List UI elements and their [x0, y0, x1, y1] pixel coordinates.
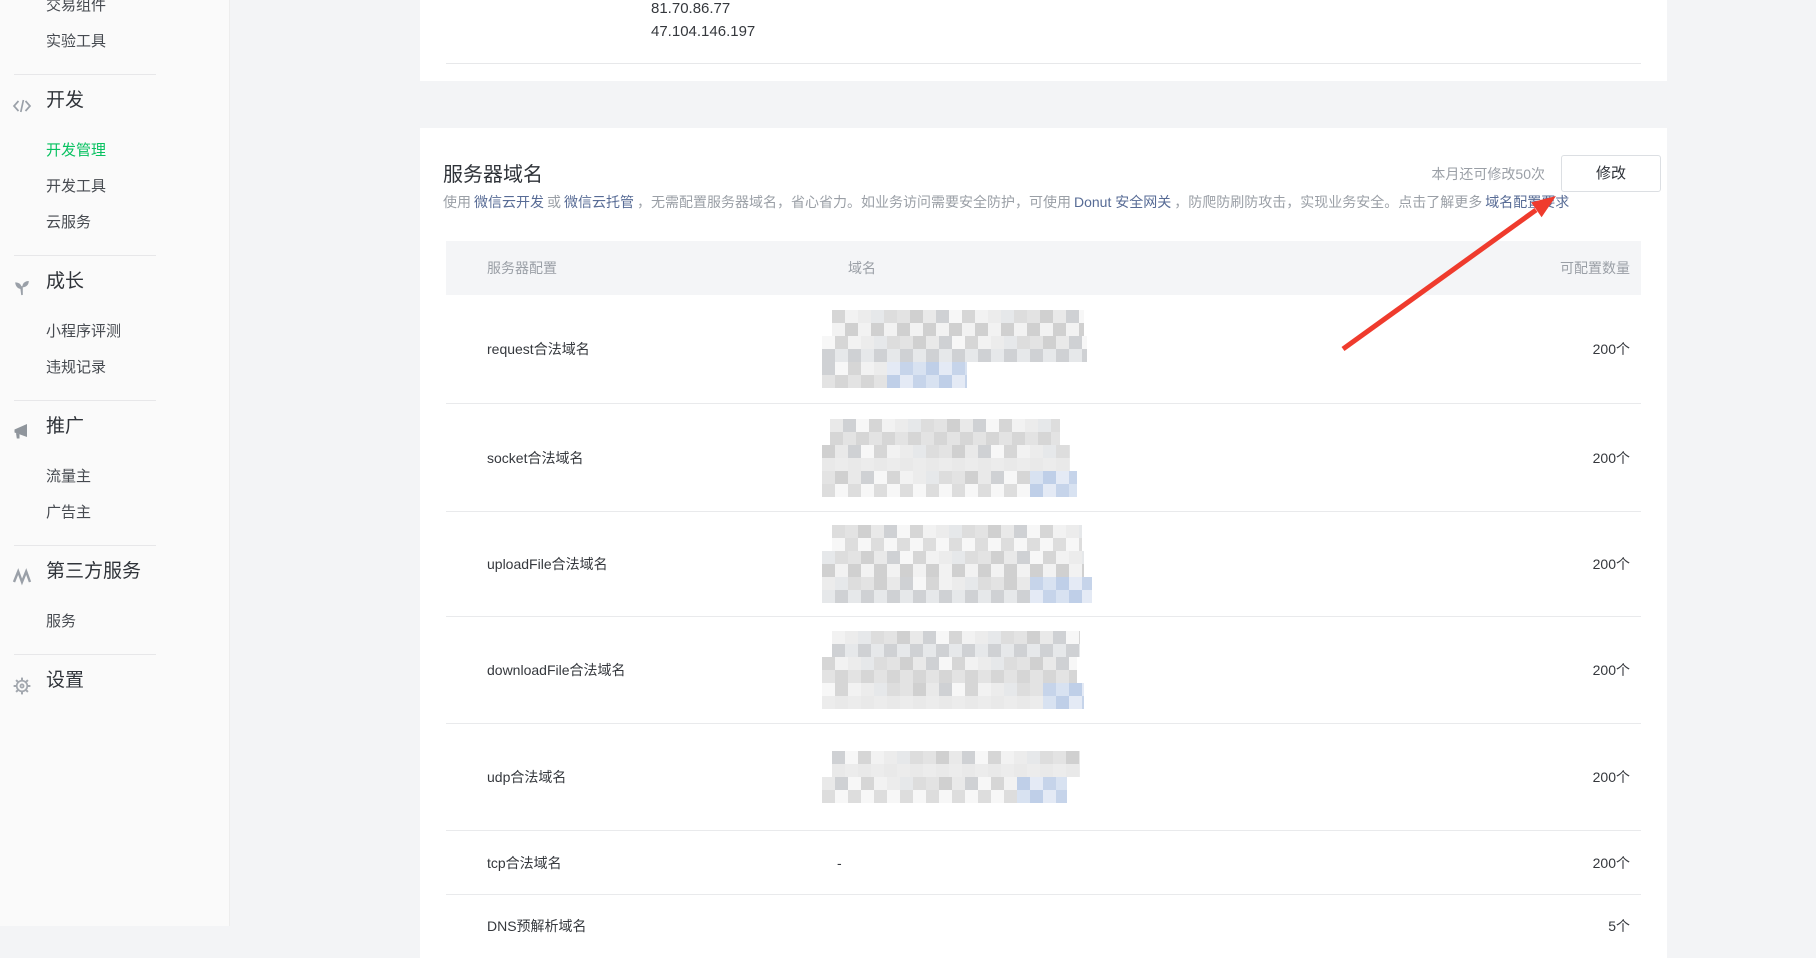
page-title: 服务器域名 — [443, 158, 543, 187]
row-quota-value: 200个 — [1500, 767, 1630, 787]
sidebar: 交易组件实验工具开发开发管理开发工具云服务成长小程序评测违规记录推广流量主广告主… — [0, 0, 230, 926]
sidebar-section-label: 成长 — [46, 271, 84, 292]
row-config-label: socket合法域名 — [487, 448, 822, 468]
sidebar-item-13[interactable]: 流量主 — [0, 459, 229, 495]
sidebar-section-label: 第三方服务 — [46, 561, 141, 582]
row-config-label: udp合法域名 — [487, 767, 822, 787]
table-header: 服务器配置 域名 可配置数量 — [446, 241, 1641, 295]
sidebar-item-10[interactable]: 违规记录 — [0, 350, 229, 386]
sprout-icon — [12, 272, 32, 292]
third-party-icon — [12, 562, 32, 582]
description-text: ，防爬防刷防攻击，实现业务安全。点击了解更多 — [1174, 194, 1482, 210]
code-icon — [12, 91, 32, 111]
header-server-config: 服务器配置 — [487, 258, 822, 278]
sidebar-section-16[interactable]: 第三方服务 — [0, 552, 229, 592]
monthly-modify-quota: 本月还可修改50次 — [1431, 164, 1545, 184]
server-domain-card: 服务器域名 本月还可修改50次 修改 使用微信云开发或微信云托管，无需配置服务器… — [420, 128, 1667, 958]
sidebar-item-9[interactable]: 小程序评测 — [0, 314, 229, 350]
table-row-udp合法域名: udp合法域名 200个 — [446, 724, 1641, 831]
sidebar-item-4[interactable]: 开发管理 — [0, 133, 229, 169]
link-微信云托管[interactable]: 微信云托管 — [564, 194, 634, 210]
row-domain-value — [822, 419, 1500, 497]
row-domain-value — [822, 751, 1500, 803]
table-row-uploadFile合法域名: uploadFile合法域名 200个 — [446, 512, 1641, 617]
sidebar-section-label: 开发 — [46, 90, 84, 111]
table-row-socket合法域名: socket合法域名 200个 — [446, 404, 1641, 512]
header-quota: 可配置数量 — [1500, 258, 1630, 278]
sidebar-item-6[interactable]: 云服务 — [0, 205, 229, 241]
masked-domain-list — [822, 525, 1500, 603]
link-Donut 安全网关[interactable]: Donut 安全网关 — [1074, 194, 1171, 210]
sidebar-divider — [14, 654, 156, 655]
table-row-downloadFile合法域名: downloadFile合法域名 200个 — [446, 617, 1641, 724]
sidebar-divider — [14, 545, 156, 546]
row-quota-value: 200个 — [1500, 853, 1630, 873]
modify-button[interactable]: 修改 — [1561, 155, 1661, 192]
megaphone-icon — [12, 417, 32, 437]
masked-domain-list — [822, 631, 1500, 709]
row-domain-value: - — [822, 855, 1500, 871]
description-text: 使用 — [443, 194, 471, 210]
sidebar-item-5[interactable]: 开发工具 — [0, 169, 229, 205]
sidebar-divider — [14, 255, 156, 256]
row-config-label: request合法域名 — [487, 339, 822, 359]
sidebar-item-14[interactable]: 广告主 — [0, 495, 229, 531]
sidebar-item-0[interactable]: 交易组件 — [0, 0, 229, 24]
row-quota-value: 200个 — [1500, 554, 1630, 574]
row-domain-value — [822, 631, 1500, 709]
divider — [446, 63, 1641, 64]
row-config-label: tcp合法域名 — [487, 853, 822, 873]
sidebar-item-17[interactable]: 服务 — [0, 604, 229, 640]
sidebar-item-1[interactable]: 实验工具 — [0, 24, 229, 60]
gear-icon — [12, 671, 32, 691]
sidebar-section-8[interactable]: 成长 — [0, 262, 229, 302]
description: 使用微信云开发或微信云托管，无需配置服务器域名，省心省力。如业务访问需要安全防护… — [443, 192, 1572, 212]
row-quota-value: 5个 — [1500, 916, 1630, 936]
ip-address: 47.104.146.197 — [651, 23, 755, 41]
sidebar-divider — [14, 74, 156, 75]
masked-domain-list — [822, 310, 1500, 388]
sidebar-section-label: 设置 — [46, 670, 84, 691]
link-域名配置要求[interactable]: 域名配置要求 — [1485, 194, 1569, 210]
ip-address: 81.70.86.77 — [651, 0, 730, 18]
table-row-DNS预解析域名: DNS预解析域名 5个 — [446, 895, 1641, 957]
row-config-label: uploadFile合法域名 — [487, 554, 822, 574]
row-quota-value: 200个 — [1500, 660, 1630, 680]
row-domain-value — [822, 310, 1500, 388]
domain-table: 服务器配置 域名 可配置数量 request合法域名200个socket合法域名… — [446, 241, 1641, 957]
description-text: ，无需配置服务器域名，省心省力。如业务访问需要安全防护，可使用 — [637, 194, 1071, 210]
row-quota-value: 200个 — [1500, 339, 1630, 359]
empty-domain-dash: - — [822, 855, 842, 871]
ip-card: 81.70.86.77 47.104.146.197 — [420, 0, 1667, 81]
sidebar-section-19[interactable]: 设置 — [0, 661, 229, 701]
row-domain-value — [822, 525, 1500, 603]
table-row-request合法域名: request合法域名 200个 — [446, 295, 1641, 404]
sidebar-divider — [14, 400, 156, 401]
masked-domain-list — [822, 419, 1500, 497]
table-row-tcp合法域名: tcp合法域名- 200个 — [446, 831, 1641, 895]
sidebar-section-3[interactable]: 开发 — [0, 81, 229, 121]
sidebar-section-label: 推广 — [46, 416, 84, 437]
row-quota-value: 200个 — [1500, 448, 1630, 468]
row-config-label: downloadFile合法域名 — [487, 660, 822, 680]
masked-domain-list — [822, 751, 1500, 803]
link-微信云开发[interactable]: 微信云开发 — [474, 194, 544, 210]
header-domain: 域名 — [822, 258, 1500, 278]
row-config-label: DNS预解析域名 — [487, 916, 822, 936]
sidebar-section-12[interactable]: 推广 — [0, 407, 229, 447]
description-text: 或 — [547, 194, 561, 210]
